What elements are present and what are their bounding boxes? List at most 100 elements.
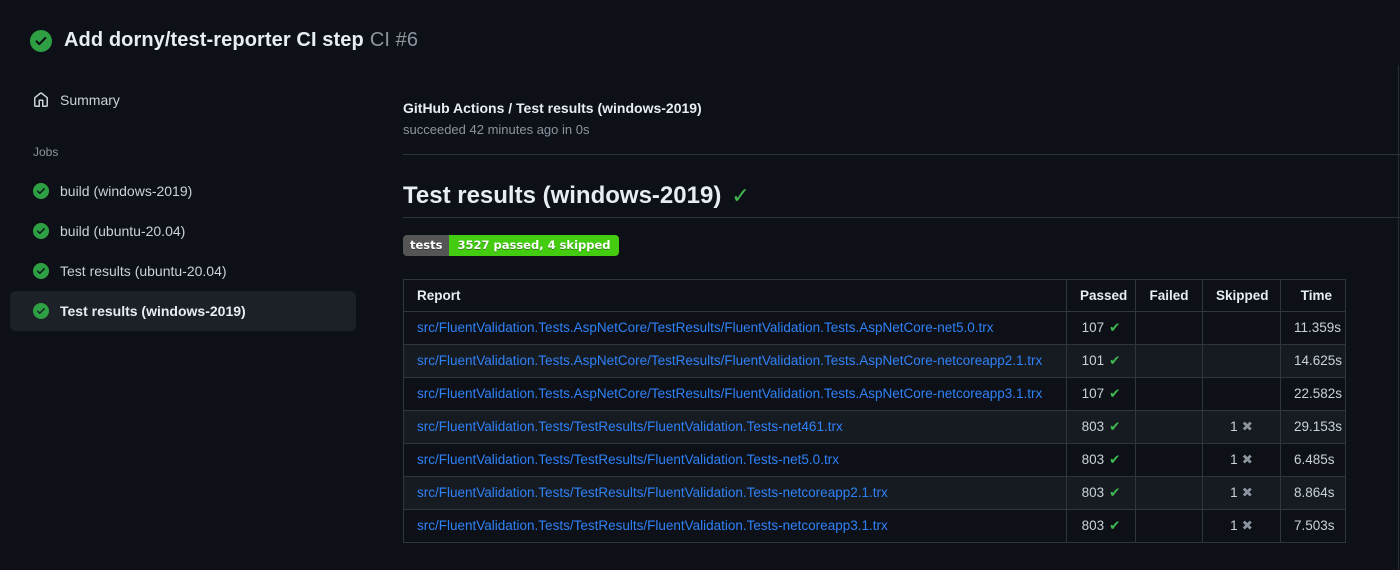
table-body: src/FluentValidation.Tests.AspNetCore/Te…	[403, 310, 1346, 543]
passed-count: 107	[1081, 385, 1105, 401]
workflow-run-title: Add dorny/test-reporter CI step CI #6	[64, 29, 418, 52]
failed-cell	[1135, 508, 1203, 543]
job-success-check-circle-icon	[33, 223, 49, 239]
job-list: build (windows-2019) build (ubuntu-20.04…	[0, 171, 382, 331]
passed-check-icon: ✔	[1109, 418, 1121, 434]
skipped-cross-icon: ✖	[1241, 484, 1253, 500]
passed-count: 803	[1081, 451, 1105, 467]
summary-label: Summary	[60, 92, 120, 108]
report-link[interactable]: src/FluentValidation.Tests/TestResults/F…	[417, 485, 888, 500]
run-number: CI #6	[369, 29, 419, 51]
time-value: 8.864s	[1294, 485, 1335, 500]
report-cell: src/FluentValidation.Tests.AspNetCore/Te…	[403, 343, 1067, 378]
report-link[interactable]: src/FluentValidation.Tests/TestResults/F…	[417, 419, 843, 434]
failed-cell	[1135, 343, 1203, 378]
report-link[interactable]: src/FluentValidation.Tests/TestResults/F…	[417, 452, 839, 467]
table-header-row: Report Passed Failed Skipped Time	[403, 278, 1346, 312]
table-row: src/FluentValidation.Tests.AspNetCore/Te…	[403, 376, 1346, 411]
table-row: src/FluentValidation.Tests/TestResults/F…	[403, 475, 1346, 510]
passed-check-icon: ✔	[1109, 352, 1121, 368]
sidebar-job-item[interactable]: Test results (ubuntu-20.04)	[10, 251, 356, 291]
skipped-cell	[1202, 376, 1281, 411]
skipped-count: 1	[1230, 517, 1238, 533]
run-title-text: Add dorny/test-reporter CI step	[64, 29, 364, 51]
passed-check-icon: ✔	[1109, 319, 1121, 335]
failed-cell	[1135, 310, 1203, 345]
passed-cell: 107 ✔	[1066, 376, 1136, 411]
skipped-cell: 1 ✖	[1202, 409, 1281, 444]
skipped-cross-icon: ✖	[1241, 451, 1253, 467]
passed-count: 107	[1081, 319, 1105, 335]
time-cell: 6.485s	[1280, 442, 1346, 477]
report-cell: src/FluentValidation.Tests/TestResults/F…	[403, 442, 1067, 477]
job-label: build (ubuntu-20.04)	[60, 223, 186, 239]
column-header-passed: Passed	[1066, 278, 1136, 312]
sidebar-job-item[interactable]: Test results (windows-2019)	[10, 291, 356, 331]
badge-label: tests	[403, 235, 450, 256]
passed-cell: 803 ✔	[1066, 475, 1136, 510]
column-header-time: Time	[1280, 278, 1346, 312]
job-success-check-circle-icon	[33, 263, 49, 279]
time-cell: 22.582s	[1280, 376, 1346, 411]
table-row: src/FluentValidation.Tests/TestResults/F…	[403, 442, 1346, 477]
skipped-cell	[1202, 343, 1281, 378]
report-link[interactable]: src/FluentValidation.Tests.AspNetCore/Te…	[417, 320, 994, 335]
skipped-count: 1	[1230, 418, 1238, 434]
passed-cell: 101 ✔	[1066, 343, 1136, 378]
column-header-skipped: Skipped	[1202, 278, 1281, 312]
report-link[interactable]: src/FluentValidation.Tests.AspNetCore/Te…	[417, 353, 1042, 368]
tests-badge[interactable]: tests 3527 passed, 4 skipped	[403, 235, 619, 256]
scrollbar-track-line	[1398, 65, 1399, 570]
time-value: 22.582s	[1294, 386, 1343, 401]
report-cell: src/FluentValidation.Tests/TestResults/F…	[403, 508, 1067, 543]
time-value: 29.153s	[1294, 419, 1343, 434]
job-label: Test results (windows-2019)	[60, 303, 246, 319]
job-success-check-circle-icon	[33, 183, 49, 199]
skipped-cell: 1 ✖	[1202, 508, 1281, 543]
skipped-cell	[1202, 310, 1281, 345]
skipped-count: 1	[1230, 451, 1238, 467]
time-cell: 14.625s	[1280, 343, 1346, 378]
section-title-text: Test results (windows-2019)	[403, 182, 722, 209]
sidebar-job-item[interactable]: build (ubuntu-20.04)	[10, 211, 356, 251]
passed-check-icon: ✔	[1109, 451, 1121, 467]
time-value: 14.625s	[1294, 353, 1343, 368]
table-row: src/FluentValidation.Tests.AspNetCore/Te…	[403, 310, 1346, 345]
job-label: Test results (ubuntu-20.04)	[60, 263, 227, 279]
column-header-failed: Failed	[1135, 278, 1203, 312]
table-row: src/FluentValidation.Tests/TestResults/F…	[403, 409, 1346, 444]
passed-check-icon: ✔	[1109, 385, 1121, 401]
run-status-text: succeeded 42 minutes ago in 0s	[403, 122, 590, 137]
skipped-count: 1	[1230, 484, 1238, 500]
time-value: 7.503s	[1294, 518, 1335, 533]
report-cell: src/FluentValidation.Tests/TestResults/F…	[403, 409, 1067, 444]
section-check-icon: ✓	[731, 183, 750, 208]
report-link[interactable]: src/FluentValidation.Tests/TestResults/F…	[417, 518, 888, 533]
passed-count: 101	[1081, 352, 1105, 368]
section-title: Test results (windows-2019) ✓	[403, 182, 1400, 218]
time-value: 6.485s	[1294, 452, 1335, 467]
time-cell: 29.153s	[1280, 409, 1346, 444]
passed-cell: 803 ✔	[1066, 409, 1136, 444]
sidebar: Summary Jobs build (windows-2019) build …	[0, 86, 382, 331]
skipped-cross-icon: ✖	[1241, 517, 1253, 533]
time-cell: 7.503s	[1280, 508, 1346, 543]
report-cell: src/FluentValidation.Tests.AspNetCore/Te…	[403, 376, 1067, 411]
failed-cell	[1135, 475, 1203, 510]
run-header: Add dorny/test-reporter CI step CI #6	[30, 29, 418, 52]
sidebar-item-summary[interactable]: Summary	[0, 86, 382, 114]
time-cell: 11.359s	[1280, 310, 1346, 345]
sidebar-job-item[interactable]: build (windows-2019)	[10, 171, 356, 211]
badge-value: 3527 passed, 4 skipped	[449, 235, 619, 256]
table-row: src/FluentValidation.Tests.AspNetCore/Te…	[403, 343, 1346, 378]
job-label: build (windows-2019)	[60, 183, 193, 199]
passed-cell: 107 ✔	[1066, 310, 1136, 345]
report-link[interactable]: src/FluentValidation.Tests.AspNetCore/Te…	[417, 386, 1042, 401]
report-cell: src/FluentValidation.Tests.AspNetCore/Te…	[403, 310, 1067, 345]
check-run-breadcrumb: GitHub Actions / Test results (windows-2…	[403, 100, 702, 116]
failed-cell	[1135, 376, 1203, 411]
table-row: src/FluentValidation.Tests/TestResults/F…	[403, 508, 1346, 543]
failed-cell	[1135, 442, 1203, 477]
home-icon	[33, 92, 49, 108]
test-results-table: Report Passed Failed Skipped Time src/Fl…	[403, 278, 1346, 543]
